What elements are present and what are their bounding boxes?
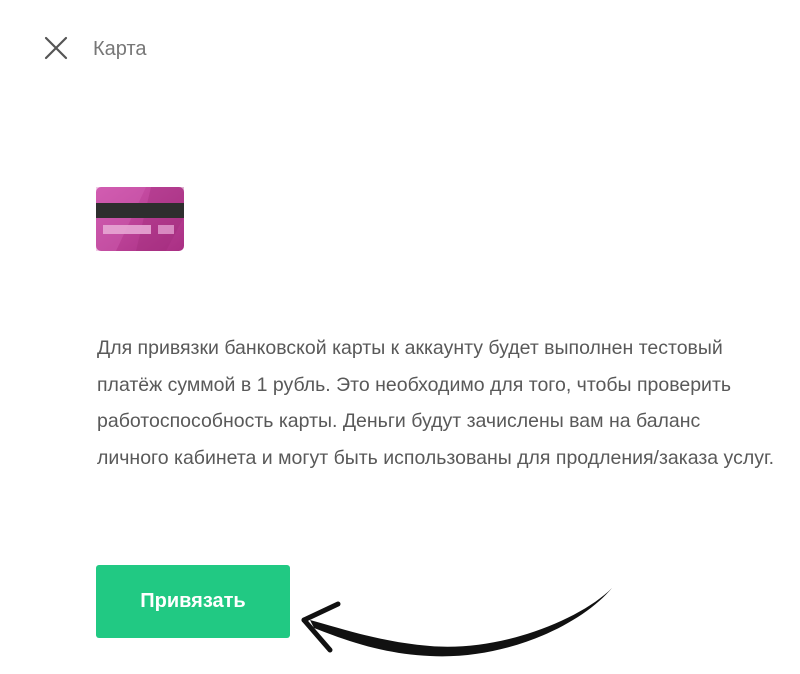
- binding-description: Для привязки банковской карты к аккаунту…: [97, 337, 775, 469]
- page-header: Карта: [0, 0, 800, 100]
- bank-card-icon: [96, 187, 184, 251]
- page-title: Карта: [93, 38, 147, 60]
- close-icon: [44, 36, 68, 60]
- curved-arrow-icon: [280, 580, 620, 674]
- close-button[interactable]: [38, 32, 74, 68]
- bind-card-button[interactable]: Привязать: [96, 565, 290, 638]
